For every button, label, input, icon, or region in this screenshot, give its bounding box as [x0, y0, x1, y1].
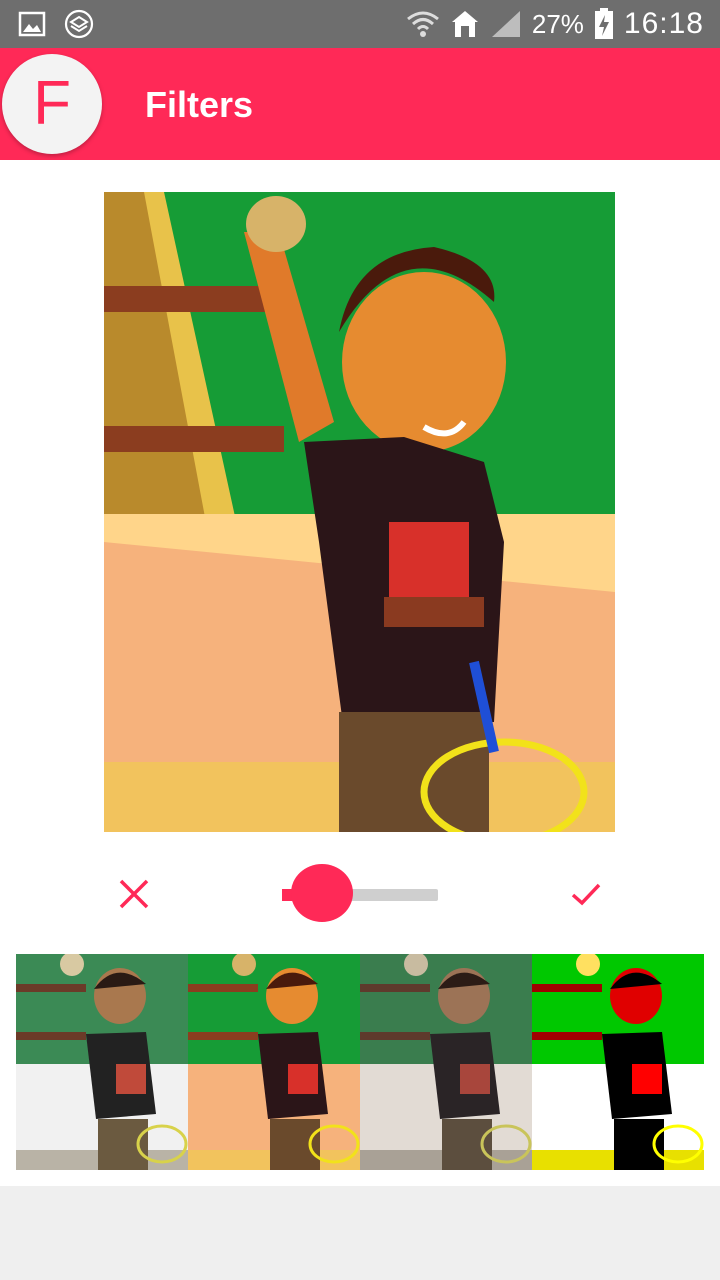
filter-controls — [0, 860, 720, 930]
app-logo-letter: F — [33, 69, 71, 138]
photo-preview — [104, 192, 615, 832]
signal-icon — [490, 9, 522, 39]
home-icon — [450, 9, 480, 39]
close-icon — [119, 879, 149, 909]
layers-icon — [64, 9, 94, 39]
wifi-icon — [406, 9, 440, 39]
content-area — [0, 160, 720, 1186]
battery-percent: 27% — [531, 8, 584, 39]
cancel-button[interactable] — [106, 866, 162, 922]
filter-thumb-original[interactable] — [16, 954, 188, 1170]
filter-thumb-muted[interactable] — [360, 954, 532, 1170]
filter-thumbnails — [16, 954, 704, 1170]
filter-thumb-high-contrast[interactable] — [532, 954, 704, 1170]
gallery-icon — [18, 10, 46, 38]
filters-screen: 27% 16:18 F Filters — [0, 0, 720, 1280]
page-title: Filters — [145, 84, 254, 125]
app-logo: F — [2, 54, 102, 154]
check-icon — [571, 883, 601, 906]
slider-thumb[interactable] — [291, 864, 354, 922]
filter-thumb-warm[interactable] — [188, 954, 360, 1170]
confirm-button[interactable] — [558, 866, 614, 922]
battery-charging-icon — [594, 8, 614, 40]
app-bar: F Filters — [0, 48, 720, 160]
intensity-slider[interactable] — [282, 862, 438, 924]
clock: 16:18 — [623, 7, 704, 40]
status-bar: 27% 16:18 — [0, 0, 720, 48]
